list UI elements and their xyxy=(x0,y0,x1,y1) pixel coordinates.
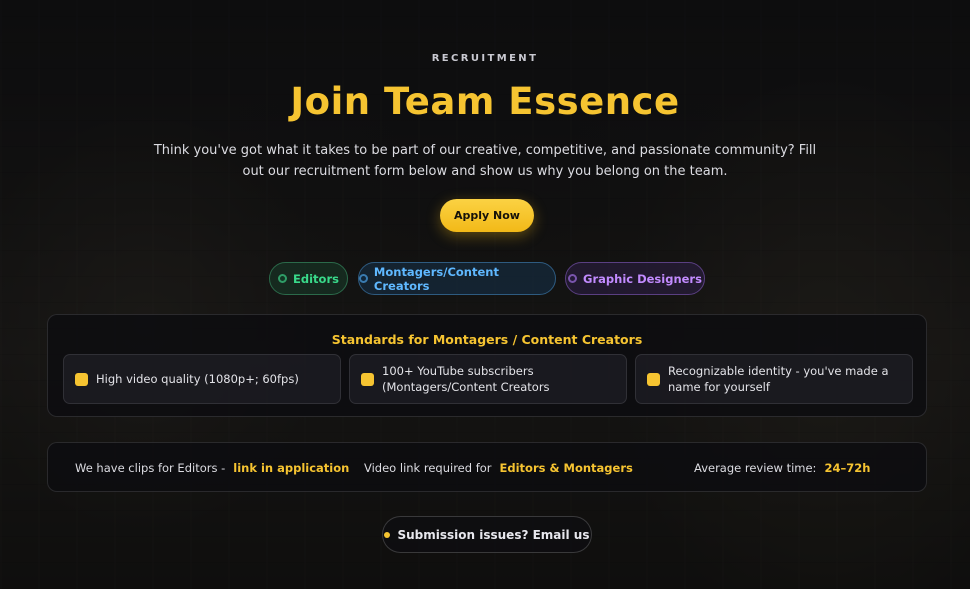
submission-label: Submission issues? Email us xyxy=(397,527,590,542)
bullet-dot-icon xyxy=(384,531,391,538)
apply-now-button[interactable]: Apply Now xyxy=(440,199,534,232)
standard-text: High video quality (1080p+; 60fps) xyxy=(96,372,299,386)
tab-dot-icon xyxy=(359,274,368,283)
tab-label: Graphic Designers xyxy=(583,271,702,286)
clips-text: We have clips for Editors - xyxy=(75,461,226,475)
tab-label: Montagers/Content Creators xyxy=(373,264,499,293)
section-eyebrow: RECRUITMENT xyxy=(431,53,539,64)
checkbox-square-icon xyxy=(647,372,660,386)
standard-item: Recognizable identity - you've made a na… xyxy=(635,354,913,404)
tab-label: Editors xyxy=(293,271,339,286)
tab-dot-icon xyxy=(278,274,288,283)
tab-graphic-designers[interactable]: Graphic Designers xyxy=(565,262,705,295)
video-info: Video link required for Editors & Montag… xyxy=(364,443,633,493)
checkbox-square-icon xyxy=(75,372,88,386)
clips-info: We have clips for Editors - link in appl… xyxy=(75,443,349,493)
submission-issues-button[interactable]: Submission issues? Email us xyxy=(382,516,592,553)
page-title: Join Team Essence xyxy=(290,80,680,123)
tab-dot-icon xyxy=(568,274,578,283)
tab-montagers[interactable]: Montagers/Content Creators xyxy=(358,262,556,295)
info-bar: We have clips for Editors - link in appl… xyxy=(47,442,927,492)
tab-editors[interactable]: Editors xyxy=(269,262,348,295)
recruitment-section: RECRUITMENT Join Team Essence Think you'… xyxy=(0,0,970,589)
video-highlight: Editors & Montagers xyxy=(499,461,633,475)
review-info: Average review time: 24–72h xyxy=(694,443,870,493)
standard-text: 100+ YouTube subscribers (Montagers/Cont… xyxy=(382,364,550,394)
standard-item: High video quality (1080p+; 60fps) xyxy=(63,354,341,404)
video-text: Video link required for xyxy=(364,461,492,475)
role-tabs: Editors Montagers/Content Creators Graph… xyxy=(0,262,970,295)
standard-text: Recognizable identity - you've made a na… xyxy=(668,364,889,394)
standard-item: 100+ YouTube subscribers (Montagers/Cont… xyxy=(349,354,627,404)
review-value: 24–72h xyxy=(824,461,871,475)
page-subtitle: Think you've got what it takes to be par… xyxy=(153,143,817,179)
standards-panel: Standards for Montagers / Content Creato… xyxy=(47,314,927,417)
review-text: Average review time: xyxy=(694,461,817,475)
clips-link[interactable]: link in application xyxy=(233,461,349,475)
checkbox-square-icon xyxy=(361,372,374,386)
standards-title: Standards for Montagers / Content Creato… xyxy=(331,332,643,347)
